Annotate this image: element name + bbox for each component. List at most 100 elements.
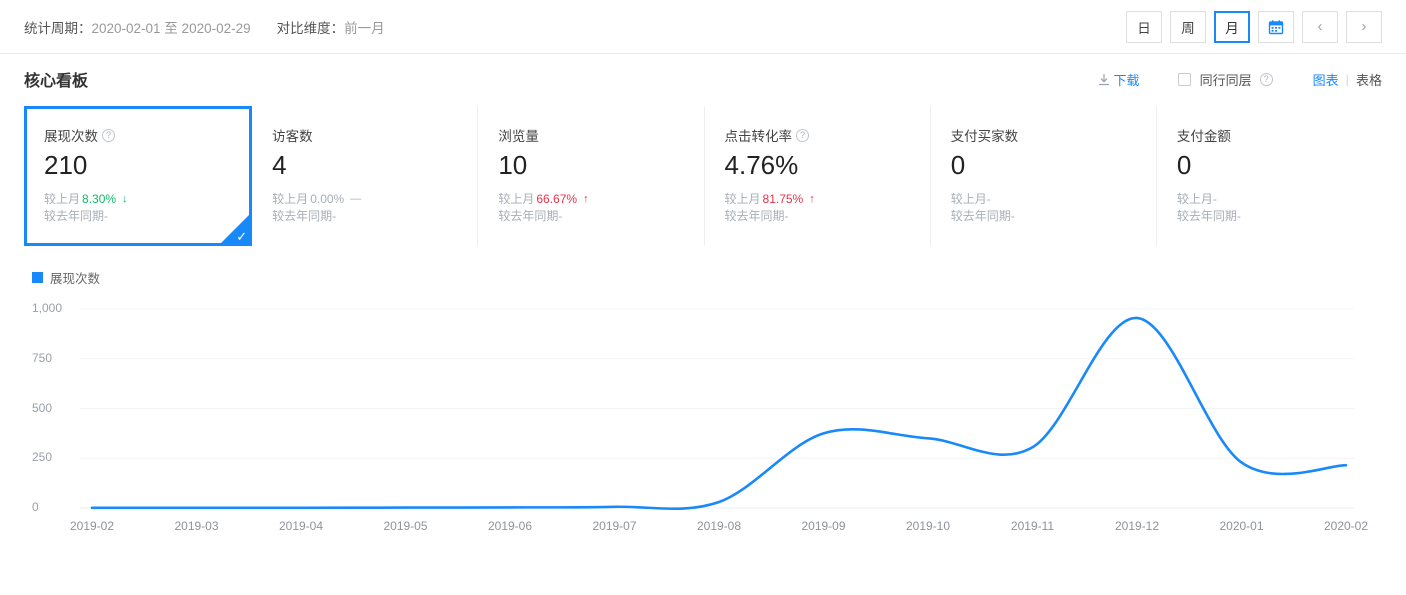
- metric-card-title-text: 浏览量: [498, 125, 539, 145]
- metric-card-prev-month: 较上月66.67%↑: [498, 191, 703, 208]
- metric-card-title-text: 点击转化率: [725, 125, 793, 145]
- chart-x-tick-label: 2019-03: [174, 519, 218, 533]
- metric-card-last-year: 较去年同期-: [951, 208, 1156, 225]
- metric-card-prev-month-label: 较上月: [725, 191, 761, 208]
- metric-card-title-text: 支付买家数: [951, 125, 1019, 145]
- chart-x-tick-label: 2020-01: [1219, 519, 1263, 533]
- metric-card-prev-month-label: 较上月: [272, 191, 308, 208]
- trend-chart: 展现次数 02505007501,0002019-022019-032019-0…: [24, 268, 1382, 548]
- stat-period-label: 统计周期：: [24, 21, 92, 36]
- range-button-day[interactable]: 日: [1126, 11, 1162, 43]
- metric-card-prev-month-value: 66.67%: [536, 191, 577, 208]
- metric-card-prev-month: 较上月81.75%↑: [725, 191, 930, 208]
- chart-x-tick-label: 2019-05: [383, 519, 427, 533]
- metric-card-pageviews[interactable]: 浏览量 10 较上月66.67%↑ 较去年同期-: [477, 106, 703, 246]
- metric-card-last-year: 较去年同期-: [1177, 208, 1382, 225]
- chevron-left-icon: ‹: [1318, 18, 1323, 35]
- metric-card-value: 4: [272, 150, 477, 181]
- prev-period-button[interactable]: ‹: [1302, 11, 1338, 43]
- question-circle-icon[interactable]: ?: [796, 129, 809, 142]
- download-icon: [1098, 73, 1110, 86]
- chart-x-tick-label: 2019-12: [1115, 519, 1159, 533]
- chart-y-tick-label: 0: [32, 500, 39, 514]
- download-button[interactable]: 下载: [1098, 70, 1140, 89]
- chart-plot-area[interactable]: 02505007501,0002019-022019-032019-042019…: [24, 301, 1382, 536]
- range-controls: 日 周 月 ‹ ›: [1126, 11, 1382, 43]
- chart-x-tick-label: 2019-10: [906, 519, 950, 533]
- chevron-right-icon: ›: [1362, 18, 1367, 35]
- peer-comparison-checkbox[interactable]: [1178, 73, 1191, 86]
- view-mode-toggle: 图表 | 表格: [1313, 70, 1382, 89]
- metric-card-value: 0: [1177, 150, 1382, 181]
- trend-up-icon: ↑: [583, 191, 589, 208]
- compare-dimension: 对比维度：前一月: [277, 17, 385, 37]
- metric-card-title: 支付金额: [1177, 126, 1382, 144]
- metric-card-last-year: 较去年同期-: [725, 208, 930, 225]
- metric-card-title: 浏览量: [498, 126, 703, 144]
- trend-up-icon: ↑: [809, 191, 815, 208]
- chart-y-tick-label: 500: [32, 401, 52, 415]
- chart-x-tick-label: 2019-09: [801, 519, 845, 533]
- range-button-month[interactable]: 月: [1214, 11, 1250, 43]
- metric-card-visitors[interactable]: 访客数 4 较上月0.00%— 较去年同期-: [252, 106, 477, 246]
- metric-card-title-text: 支付金额: [1177, 125, 1231, 145]
- metric-card-value: 10: [498, 150, 703, 181]
- metric-card-prev-month-value: 0.00%: [310, 191, 344, 208]
- chart-y-tick-label: 1,000: [32, 301, 62, 315]
- metric-card-title: 点击转化率 ?: [725, 126, 930, 144]
- metric-card-title: 支付买家数: [951, 126, 1156, 144]
- metric-card-prev-month: 较上月0.00% —: [272, 191, 477, 208]
- top-toolbar: 统计周期：2020-02-01 至 2020-02-29 对比维度：前一月 日 …: [0, 0, 1406, 54]
- metric-card-last-year: 较去年同期-: [44, 208, 249, 225]
- view-mode-table[interactable]: 表格: [1356, 70, 1382, 89]
- trend-flat-icon: —: [350, 191, 360, 208]
- compare-dimension-label: 对比维度：: [277, 21, 345, 36]
- section-toolbar: 下载 同行同层 ? 图表 | 表格: [1098, 70, 1382, 89]
- metric-card-value: 0: [951, 150, 1156, 181]
- metric-card-prev-month-value: 8.30%: [82, 191, 116, 208]
- metric-card-title: 展现次数 ?: [44, 126, 249, 144]
- metric-card-prev-month: 较上月8.30%↓: [44, 191, 249, 208]
- legend-swatch-impressions[interactable]: [32, 272, 43, 283]
- metric-card-prev-month-label: 较上月-: [1177, 191, 1217, 208]
- metric-card-title: 访客数: [272, 126, 477, 144]
- stat-period-value: 2020-02-01 至 2020-02-29: [92, 21, 251, 36]
- metric-card-click-conversion-rate[interactable]: 点击转化率 ? 4.76% 较上月81.75%↑ 较去年同期-: [704, 106, 930, 246]
- metric-card-payment-amount[interactable]: 支付金额 0 较上月- 较去年同期-: [1156, 106, 1382, 246]
- metric-card-value: 4.76%: [725, 150, 930, 181]
- chart-x-tick-label: 2019-11: [1011, 519, 1054, 533]
- trend-down-icon: ↓: [122, 191, 128, 208]
- chart-y-tick-label: 250: [32, 450, 52, 464]
- calendar-picker-button[interactable]: [1258, 11, 1294, 43]
- chart-svg: [24, 301, 1382, 536]
- core-dashboard-section: 核心看板 下载 同行同层 ? 图表 | 表格: [0, 54, 1406, 548]
- metric-card-prev-month: 较上月-: [1177, 191, 1382, 208]
- peer-comparison-toggle[interactable]: 同行同层 ?: [1178, 70, 1273, 89]
- metric-card-prev-month-label: 较上月-: [951, 191, 991, 208]
- section-header: 核心看板 下载 同行同层 ? 图表 | 表格: [24, 54, 1382, 104]
- view-mode-separator: |: [1346, 72, 1349, 87]
- metric-card-paying-buyers[interactable]: 支付买家数 0 较上月- 较去年同期-: [930, 106, 1156, 246]
- view-mode-chart[interactable]: 图表: [1313, 70, 1339, 89]
- chart-x-tick-label: 2019-06: [488, 519, 532, 533]
- next-period-button[interactable]: ›: [1346, 11, 1382, 43]
- peer-comparison-label: 同行同层: [1200, 70, 1252, 89]
- chart-x-tick-label: 2019-02: [70, 519, 114, 533]
- metric-card-title-text: 访客数: [272, 125, 313, 145]
- metric-card-impressions[interactable]: 展现次数 ? 210 较上月8.30%↓ 较去年同期- ✓: [24, 106, 252, 246]
- chart-x-tick-label: 2019-07: [592, 519, 636, 533]
- chart-legend: 展现次数: [32, 268, 1382, 287]
- check-icon: ✓: [236, 230, 247, 243]
- metric-card-title-text: 展现次数: [44, 125, 98, 145]
- metric-card-value: 210: [44, 150, 249, 181]
- question-circle-icon[interactable]: ?: [102, 129, 115, 142]
- metric-card-prev-month: 较上月-: [951, 191, 1156, 208]
- chart-x-tick-label: 2020-02: [1324, 519, 1368, 533]
- stat-period: 统计周期：2020-02-01 至 2020-02-29: [24, 17, 251, 37]
- legend-label-impressions: 展现次数: [50, 268, 100, 287]
- metric-card-list: 展现次数 ? 210 较上月8.30%↓ 较去年同期- ✓ 访客数 4 较上月0…: [24, 106, 1382, 246]
- compare-dimension-value: 前一月: [344, 21, 385, 36]
- metric-card-last-year: 较去年同期-: [498, 208, 703, 225]
- question-circle-icon[interactable]: ?: [1260, 73, 1273, 86]
- range-button-week[interactable]: 周: [1170, 11, 1206, 43]
